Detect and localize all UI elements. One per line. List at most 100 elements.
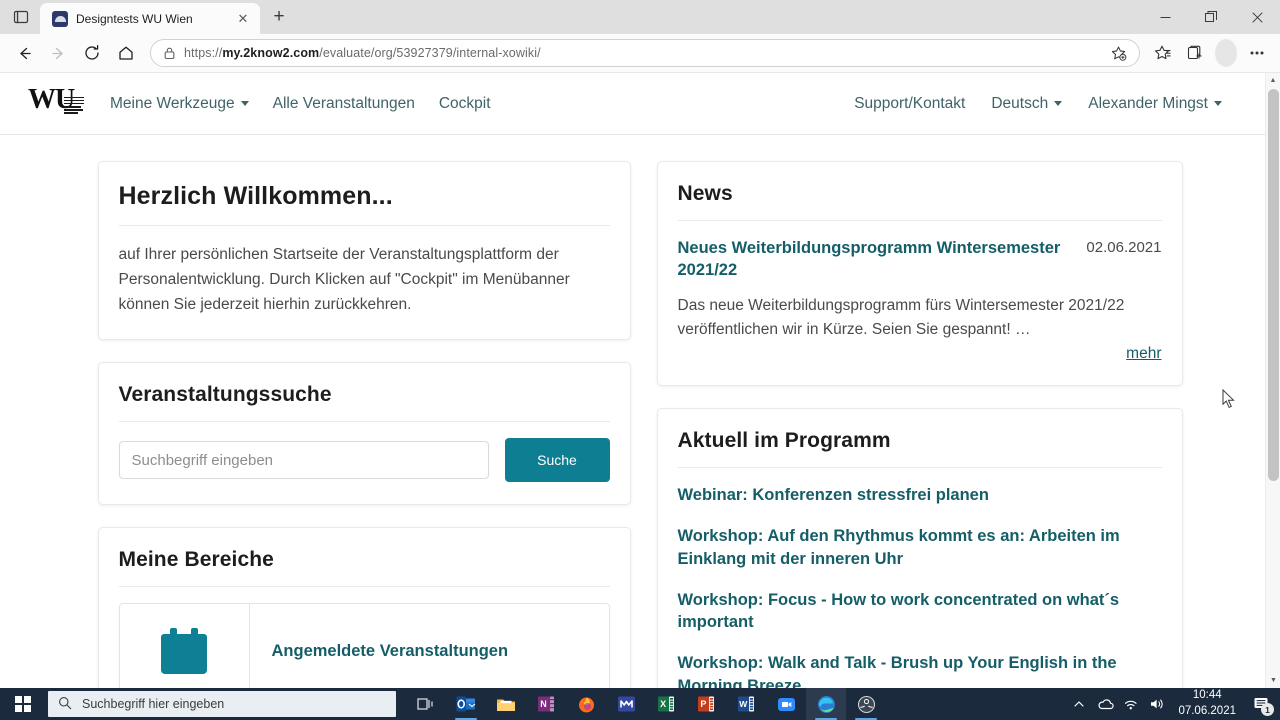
network-icon[interactable] — [1118, 688, 1144, 720]
home-icon[interactable] — [110, 38, 142, 68]
firefox-icon[interactable] — [566, 688, 606, 720]
aktuell-im-programm-title: Aktuell im Programm — [677, 429, 1162, 469]
wu-logo[interactable]: WU — [28, 84, 86, 124]
system-tray: 10:44 07.06.2021 1 — [1066, 688, 1280, 720]
nav-label: Cockpit — [438, 94, 491, 112]
onenote-icon[interactable]: N — [526, 688, 566, 720]
chevron-down-icon — [1214, 101, 1222, 106]
nav-item-alle-veranstaltungen[interactable]: Alle Veranstaltungen — [273, 95, 415, 113]
browser-tab[interactable]: Designtests WU Wien ✕ — [40, 3, 260, 34]
nav-item-support-kontakt[interactable]: Support/Kontakt — [854, 95, 965, 113]
scrollbar-thumb[interactable] — [1268, 89, 1279, 481]
welcome-text: auf Ihrer persönlichen Startseite der Ve… — [118, 246, 570, 314]
close-window-button[interactable] — [1234, 0, 1280, 34]
nav-label: Meine Werkzeuge — [110, 94, 235, 112]
mendeley-icon[interactable] — [606, 688, 646, 720]
add-favorite-icon[interactable] — [1103, 39, 1133, 67]
forward-icon — [42, 38, 74, 68]
meine-bereiche-title: Meine Bereiche — [118, 548, 610, 588]
right-column: News Neues Weiterbildungsprogramm Winter… — [656, 161, 1183, 688]
programm-link[interactable]: Webinar: Konferenzen stressfrei planen — [678, 484, 1162, 506]
excel-icon[interactable]: X — [646, 688, 686, 720]
news-headline-link[interactable]: Neues Weiterbildungsprogramm Wintersemes… — [678, 237, 1071, 282]
task-view-icon[interactable] — [406, 688, 446, 720]
news-body: Das neue Weiterbildungsprogramm fürs Win… — [677, 296, 1125, 339]
news-more-link[interactable]: mehr — [1126, 345, 1161, 362]
svg-text:P: P — [700, 699, 706, 709]
url-scheme: https:// — [184, 46, 223, 60]
bereich-tile-label: Angemeldete Veranstaltungen — [271, 641, 509, 660]
shield-favicon — [52, 10, 68, 27]
page-content: Herzlich Willkommen... auf Ihrer persönl… — [0, 135, 1280, 688]
nav-item-user-menu[interactable]: Alexander Mingst — [1088, 95, 1222, 113]
chevron-down-icon — [1054, 101, 1063, 106]
favorites-icon[interactable] — [1148, 39, 1178, 67]
nav-label: Alle Veranstaltungen — [272, 94, 415, 112]
reload-icon[interactable] — [76, 38, 108, 68]
new-tab-button[interactable]: + — [264, 2, 294, 32]
page-scrollbar[interactable]: ▲ ▼ — [1265, 73, 1280, 688]
clock-time: 10:44 — [1192, 689, 1222, 702]
scroll-up-icon[interactable]: ▲ — [1266, 73, 1280, 88]
search-input[interactable] — [118, 441, 489, 480]
secondary-nav: Support/Kontakt Deutsch Alexander Mingst — [854, 95, 1252, 113]
taskbar-search-placeholder: Suchbegriff hier eingeben — [82, 697, 225, 711]
page-title: Herzlich Willkommen... — [118, 182, 610, 226]
taskbar-app-icons: N X P W — [406, 688, 886, 720]
collections-icon[interactable] — [1180, 39, 1210, 67]
show-hidden-icons-chevron[interactable] — [1066, 688, 1092, 720]
news-date: 02.06.2021 — [1086, 239, 1162, 256]
event-search-title: Veranstaltungssuche — [118, 383, 610, 423]
taskbar-clock[interactable]: 10:44 07.06.2021 — [1170, 688, 1244, 719]
outlook-icon[interactable] — [446, 688, 486, 720]
welcome-card: Herzlich Willkommen... auf Ihrer persönl… — [97, 161, 631, 341]
zoom-icon[interactable] — [766, 688, 806, 720]
news-more-row: mehr — [678, 345, 1161, 363]
word-icon[interactable]: W — [726, 688, 766, 720]
maximize-restore-button[interactable] — [1188, 0, 1234, 34]
powerpoint-icon[interactable]: P — [686, 688, 726, 720]
minimize-button[interactable] — [1142, 0, 1188, 34]
page-viewport: WU Meine Werkzeuge Alle Veranstaltungen … — [0, 72, 1280, 688]
primary-nav: Meine Werkzeuge Alle Veranstaltungen Coc… — [110, 95, 491, 113]
tab-title: Designtests WU Wien — [76, 11, 193, 26]
nav-item-cockpit[interactable]: Cockpit — [439, 95, 491, 113]
nav-item-language[interactable]: Deutsch — [991, 94, 1063, 113]
browser-toolbar: https://my.2know2.com/evaluate/org/53927… — [0, 34, 1280, 72]
back-icon[interactable] — [8, 38, 40, 68]
programm-link[interactable]: Workshop: Auf den Rhythmus kommt es an: … — [678, 525, 1162, 570]
settings-more-icon[interactable] — [1242, 39, 1272, 67]
notifications-button[interactable]: 1 — [1244, 688, 1278, 720]
close-icon[interactable]: ✕ — [234, 10, 252, 28]
url-text: https://my.2know2.com/evaluate/org/53927… — [184, 46, 1095, 60]
wu-logo-bars — [64, 96, 84, 116]
nav-item-meine-werkzeuge[interactable]: Meine Werkzeuge — [110, 95, 249, 113]
file-explorer-icon[interactable] — [486, 688, 526, 720]
nav-label: Deutsch — [991, 94, 1049, 112]
address-bar[interactable]: https://my.2know2.com/evaluate/org/53927… — [150, 39, 1140, 67]
programm-link[interactable]: Workshop: Walk and Talk - Brush up Your … — [678, 652, 1162, 688]
news-item: Neues Weiterbildungsprogramm Wintersemes… — [678, 237, 1162, 282]
meine-bereiche-card: Meine Bereiche Angemeldete Veranstaltung… — [97, 527, 631, 688]
calendar-icon — [120, 604, 250, 688]
taskbar-search-box[interactable]: Suchbegriff hier eingeben — [48, 691, 396, 717]
edge-icon[interactable] — [806, 688, 846, 720]
tab-strip: Designtests WU Wien ✕ + — [0, 0, 1280, 34]
site-header: WU Meine Werkzeuge Alle Veranstaltungen … — [0, 73, 1280, 135]
volume-icon[interactable] — [1144, 688, 1170, 720]
profile-avatar-icon[interactable] — [1212, 39, 1240, 67]
bereich-tile-angemeldete-veranstaltungen[interactable]: Angemeldete Veranstaltungen — [118, 603, 610, 688]
nav-label: Alexander Mingst — [1088, 94, 1208, 112]
programm-link[interactable]: Workshop: Focus - How to work concentrat… — [678, 589, 1162, 634]
notification-count-badge: 1 — [1261, 703, 1274, 716]
citavi-icon[interactable] — [846, 688, 886, 720]
onedrive-icon[interactable] — [1092, 688, 1118, 720]
browser-window: Designtests WU Wien ✕ + https://my.2know… — [0, 0, 1280, 688]
scroll-down-icon[interactable]: ▼ — [1266, 673, 1280, 688]
nav-label: Support/Kontakt — [854, 94, 966, 112]
start-button[interactable] — [0, 688, 46, 720]
chevron-down-icon — [240, 101, 249, 106]
event-search-card: Veranstaltungssuche Suche — [97, 362, 631, 506]
search-button[interactable]: Suche — [504, 438, 610, 483]
tab-actions-icon[interactable] — [2, 0, 40, 34]
